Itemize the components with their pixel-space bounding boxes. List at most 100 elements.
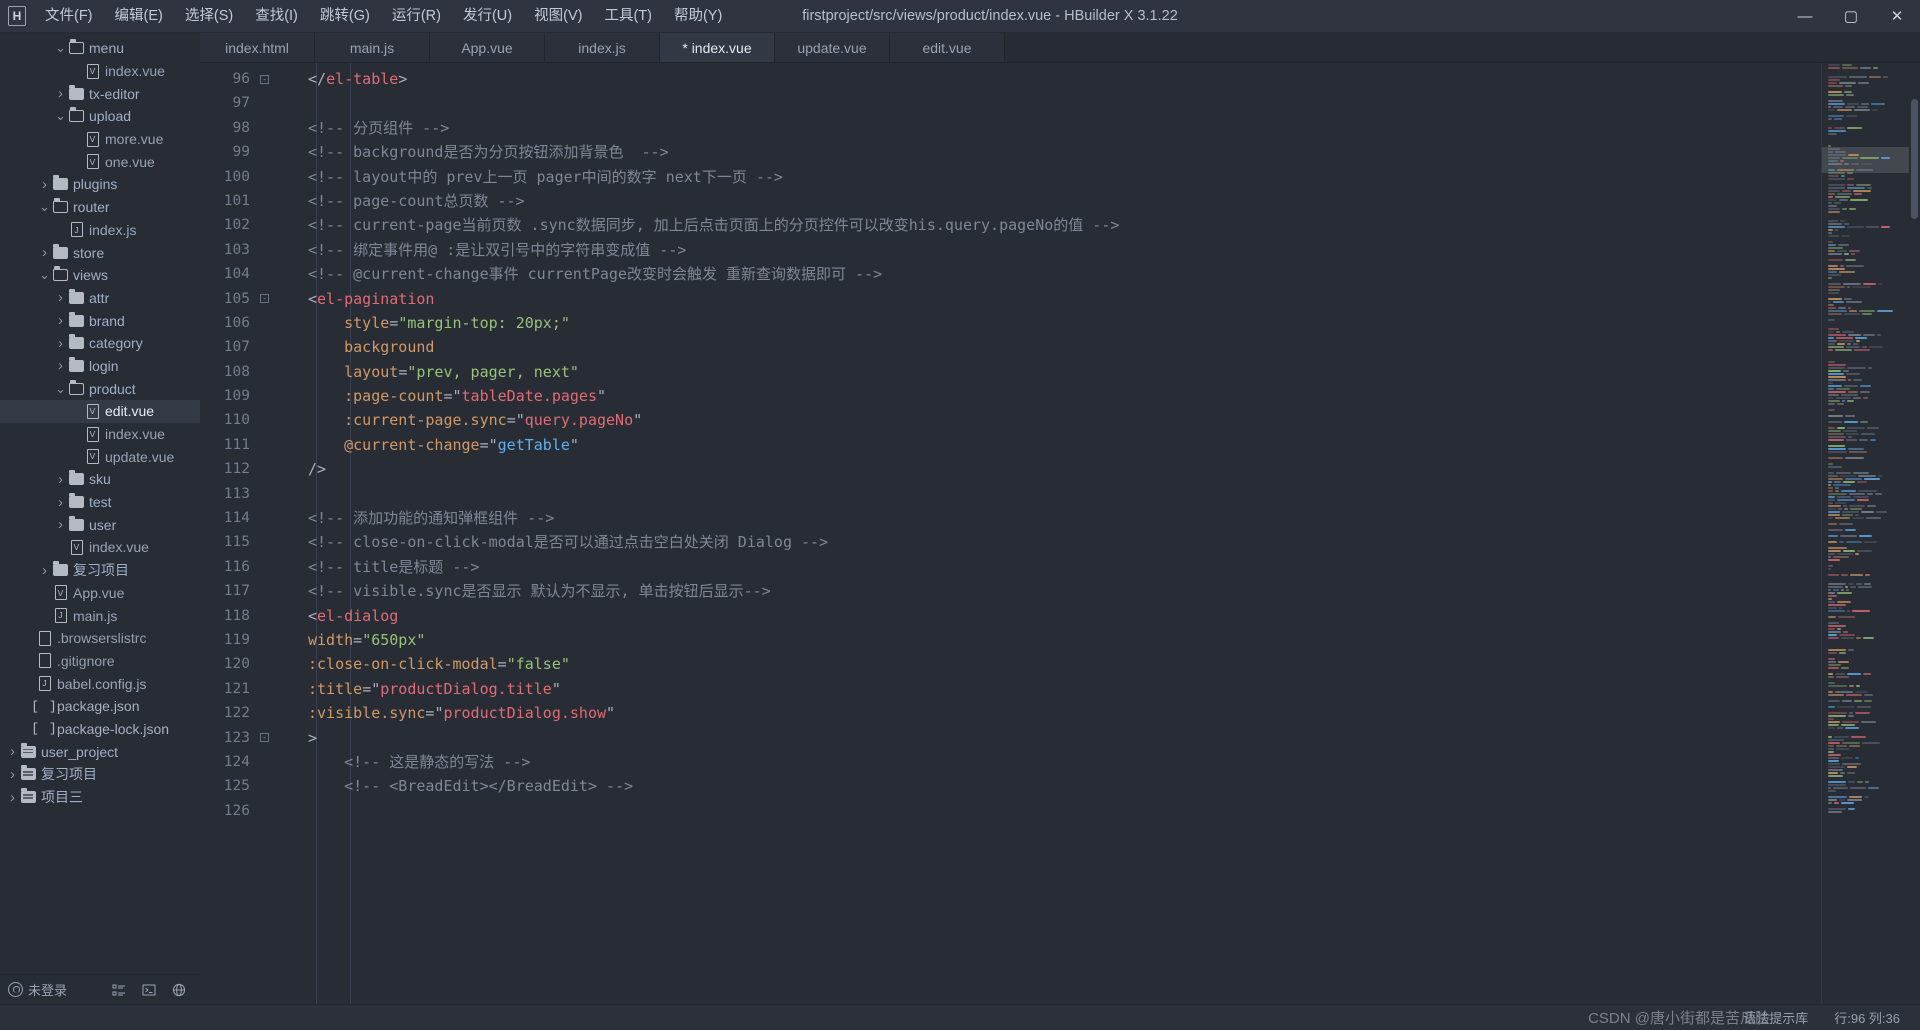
scrollbar-thumb[interactable] [1911, 99, 1918, 219]
code-line[interactable]: <!-- current-page当前页数 .sync数据同步, 加上后点击页面… [274, 213, 1821, 237]
code-line[interactable]: <!-- 添加功能的通知弹框组件 --> [274, 506, 1821, 530]
tree-item[interactable]: › tx-editor [0, 82, 200, 105]
code-line[interactable]: :close-on-click-modal="false" [274, 652, 1821, 676]
chevron-down-icon[interactable]: ⌄ [38, 200, 51, 213]
code-line[interactable]: <!-- @current-change事件 currentPage改变时会触发… [274, 262, 1821, 286]
chevron-right-icon[interactable]: › [54, 289, 67, 306]
code-line[interactable] [274, 799, 1821, 823]
code-line[interactable]: <el-dialog [274, 604, 1821, 628]
tree-item-selected[interactable]: Vedit.vue [0, 400, 200, 423]
chevron-right-icon[interactable]: › [54, 471, 67, 488]
login-status[interactable]: 未登录 [8, 980, 67, 999]
fold-toggle[interactable]: - [258, 287, 274, 311]
code-line[interactable]: <!-- 这是静态的写法 --> [274, 750, 1821, 774]
tree-item[interactable]: › user_project [0, 740, 200, 763]
chevron-right-icon[interactable]: › [6, 743, 19, 760]
tree-item[interactable]: [ ] package-lock.json [0, 718, 200, 741]
menu-publish[interactable]: 发行(U) [452, 0, 523, 33]
code-line[interactable]: :title="productDialog.title" [274, 677, 1821, 701]
fold-toggle[interactable]: - [258, 726, 274, 750]
tree-item[interactable]: › 复习项目 [0, 763, 200, 786]
code-line[interactable]: @current-change="getTable" [274, 433, 1821, 457]
menu-run[interactable]: 运行(R) [381, 0, 452, 33]
globe-icon[interactable] [172, 983, 186, 997]
tree-item[interactable]: Jbabel.config.js [0, 672, 200, 695]
vertical-scrollbar[interactable] [1909, 63, 1920, 1004]
minimize-button[interactable]: — [1782, 0, 1828, 33]
code-line[interactable]: <!-- layout中的 prev上一页 pager中间的数字 next下一页… [274, 165, 1821, 189]
code-line[interactable]: <!-- page-count总页数 --> [274, 189, 1821, 213]
maximize-button[interactable]: ▢ [1828, 0, 1874, 33]
terminal-icon[interactable] [142, 983, 156, 997]
fold-toggle[interactable]: - [258, 67, 274, 91]
menu-find[interactable]: 查找(I) [244, 0, 309, 33]
tab-index-js[interactable]: index.js [545, 33, 660, 62]
tree-item[interactable]: Jindex.js [0, 219, 200, 242]
tree-item[interactable]: Vindex.vue [0, 423, 200, 446]
tree-item[interactable]: ..browserslistrc [0, 627, 200, 650]
tree-item[interactable]: ⌄ upload [0, 105, 200, 128]
chevron-right-icon[interactable]: › [54, 335, 67, 352]
chevron-down-icon[interactable]: ⌄ [38, 268, 51, 281]
chevron-right-icon[interactable]: › [54, 357, 67, 374]
tree-item[interactable]: › category [0, 332, 200, 355]
chevron-down-icon[interactable]: ⌄ [54, 41, 67, 54]
code-line[interactable]: /> [274, 457, 1821, 481]
menu-edit[interactable]: 编辑(E) [104, 0, 174, 33]
tree-item[interactable]: › store [0, 241, 200, 264]
tab-update-vue[interactable]: update.vue [775, 33, 890, 62]
menu-file[interactable]: 文件(F) [34, 0, 104, 33]
tree-item[interactable]: ⌄ views [0, 264, 200, 287]
tree-item[interactable]: Jmain.js [0, 604, 200, 627]
tree-item[interactable]: › sku [0, 468, 200, 491]
tree-item[interactable]: [ ] package.json [0, 695, 200, 718]
menu-tools[interactable]: 工具(T) [593, 0, 663, 33]
menu-help[interactable]: 帮助(Y) [663, 0, 733, 33]
chevron-right-icon[interactable]: › [6, 766, 19, 783]
chevron-right-icon[interactable]: › [38, 244, 51, 261]
code-content[interactable]: </el-table> <!-- 分页组件 --> <!-- background是… [274, 63, 1821, 1004]
chevron-right-icon[interactable]: › [6, 789, 19, 806]
tree-item[interactable]: ⌄ menu [0, 37, 200, 60]
chevron-right-icon[interactable]: › [54, 516, 67, 533]
code-line[interactable]: <!-- 绑定事件用@ :是让双引号中的字符串变成值 --> [274, 238, 1821, 262]
code-line[interactable]: <el-pagination [274, 287, 1821, 311]
tree-item[interactable]: Vupdate.vue [0, 445, 200, 468]
code-minimap[interactable] [1821, 63, 1909, 1004]
tab-edit-vue[interactable]: edit.vue [890, 33, 1005, 62]
code-line[interactable]: > [274, 726, 1821, 750]
chevron-down-icon[interactable]: ⌄ [54, 109, 67, 122]
chevron-right-icon[interactable]: › [54, 494, 67, 511]
tree-item[interactable]: › plugins [0, 173, 200, 196]
list-icon[interactable] [112, 983, 126, 997]
tree-item[interactable]: Vmore.vue [0, 128, 200, 151]
chevron-right-icon[interactable]: › [54, 312, 67, 329]
file-tree[interactable]: ⌄ menu Vindex.vue › tx-editor ⌄ upload Vmore.vu… [0, 33, 200, 974]
tree-item[interactable]: Vone.vue [0, 150, 200, 173]
tab-index-vue[interactable]: * index.vue [660, 33, 775, 62]
chevron-right-icon[interactable]: › [38, 562, 51, 579]
tree-item[interactable]: ⌄ product [0, 377, 200, 400]
tree-item[interactable]: › login [0, 355, 200, 378]
tree-item[interactable]: Vindex.vue [0, 60, 200, 83]
tree-item[interactable]: ⌄ router [0, 196, 200, 219]
tab-index-html[interactable]: index.html [200, 33, 315, 62]
tree-item[interactable]: ..gitignore [0, 650, 200, 673]
close-button[interactable]: ✕ [1874, 0, 1920, 33]
code-line[interactable] [274, 482, 1821, 506]
code-line[interactable]: :page-count="tableDate.pages" [274, 384, 1821, 408]
code-line[interactable]: background [274, 335, 1821, 359]
tab-app-vue[interactable]: App.vue [430, 33, 545, 62]
code-line[interactable]: layout="prev, pager, next" [274, 360, 1821, 384]
code-line[interactable]: :visible.sync="productDialog.show" [274, 701, 1821, 725]
tree-item[interactable]: V App.vue [0, 582, 200, 605]
code-line[interactable]: <!-- visible.sync是否显示 默认为不显示, 单击按钮后显示--> [274, 579, 1821, 603]
cursor-position-label[interactable]: 行:96 列:36 [1834, 1008, 1900, 1027]
code-fold-column[interactable]: - - - [258, 63, 274, 1004]
menu-view[interactable]: 视图(V) [523, 0, 593, 33]
code-line[interactable]: </el-table> [274, 67, 1821, 91]
tree-item[interactable]: › brand [0, 309, 200, 332]
code-line[interactable]: width="650px" [274, 628, 1821, 652]
code-line[interactable]: :current-page.sync="query.pageNo" [274, 408, 1821, 432]
chevron-down-icon[interactable]: ⌄ [54, 382, 67, 395]
